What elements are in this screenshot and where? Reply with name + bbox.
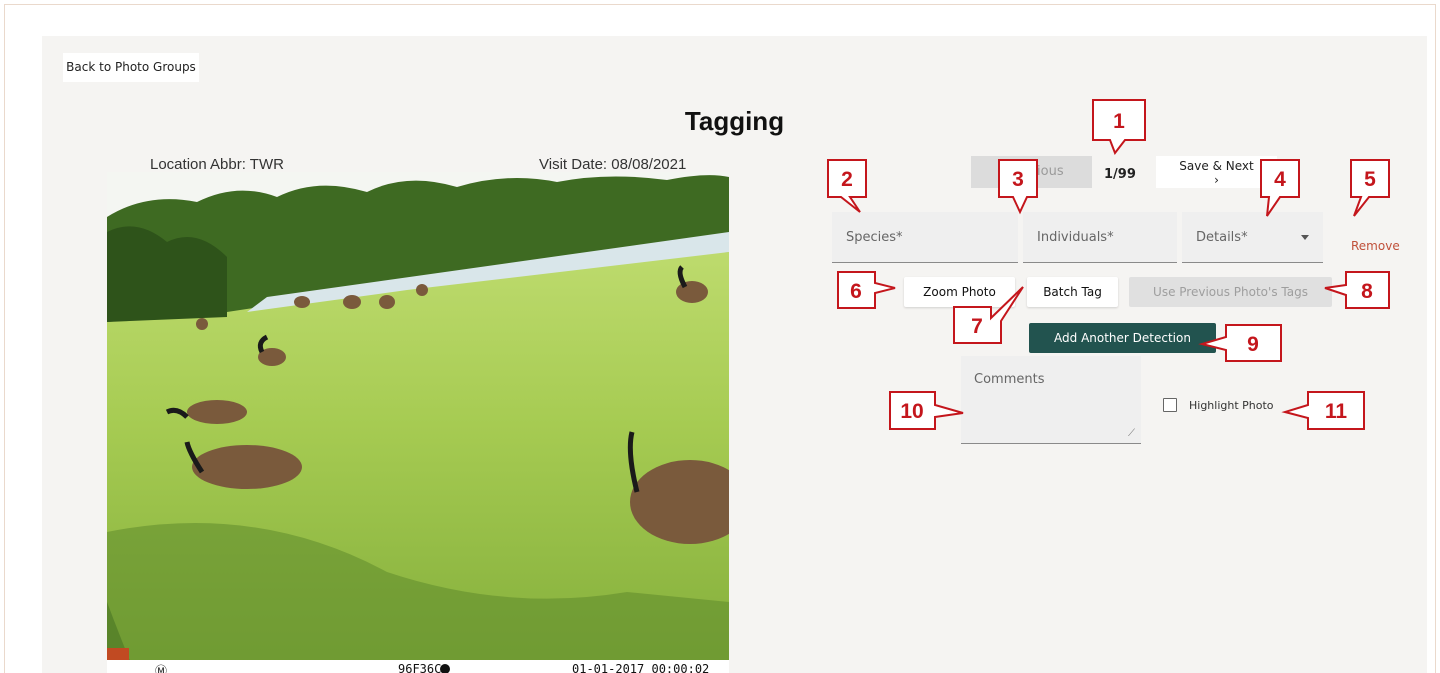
callout-11: 11 (1325, 400, 1348, 423)
callout-8: 8 (1361, 280, 1373, 303)
annotation-callouts: 1 2 3 4 5 6 7 8 9 10 11 (827, 99, 1390, 430)
callout-10: 10 (900, 400, 923, 423)
app-frame: Back to Photo Groups Tagging Location Ab… (4, 4, 1436, 673)
callout-9: 9 (1247, 333, 1259, 356)
callout-7: 7 (971, 315, 983, 338)
callout-2: 2 (841, 168, 853, 191)
callout-5: 5 (1364, 168, 1376, 191)
callout-6: 6 (850, 280, 862, 303)
callout-3: 3 (1012, 168, 1024, 191)
callout-4: 4 (1274, 168, 1286, 191)
callout-1: 1 (1113, 110, 1125, 133)
